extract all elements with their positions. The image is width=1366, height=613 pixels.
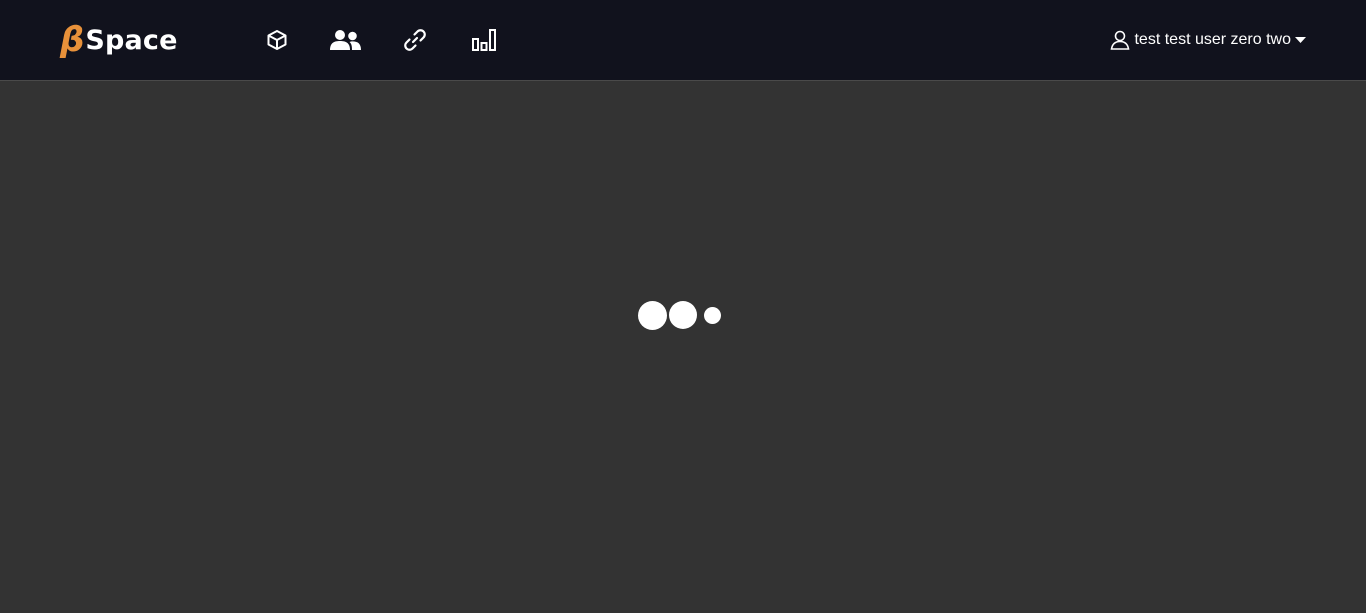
nav-links-button[interactable]: [391, 20, 439, 60]
cube-icon: [266, 29, 288, 51]
loading-dot: [638, 301, 667, 330]
loading-dot: [669, 301, 697, 329]
caret-down-icon: [1295, 37, 1306, 43]
main-content: [0, 81, 1366, 613]
user-name: test test user zero two: [1134, 31, 1291, 48]
bar-chart-icon: [471, 28, 497, 52]
users-icon: [330, 29, 362, 51]
logo-text: Space: [85, 24, 178, 56]
app-logo[interactable]: β Space: [60, 20, 178, 60]
link-icon: [403, 28, 427, 52]
user-outline-icon: [1110, 30, 1130, 50]
user-menu-dropdown[interactable]: test test user zero two: [1110, 20, 1306, 60]
loading-dot: [704, 307, 721, 324]
nav-statistics-button[interactable]: [460, 20, 508, 60]
logo-beta-symbol: β: [60, 20, 85, 60]
main-nav: [253, 20, 529, 60]
nav-packages-button[interactable]: [253, 20, 301, 60]
loading-dots: [636, 300, 726, 332]
nav-users-button[interactable]: [322, 20, 370, 60]
top-navbar: β Space test test user zero two: [0, 0, 1366, 81]
